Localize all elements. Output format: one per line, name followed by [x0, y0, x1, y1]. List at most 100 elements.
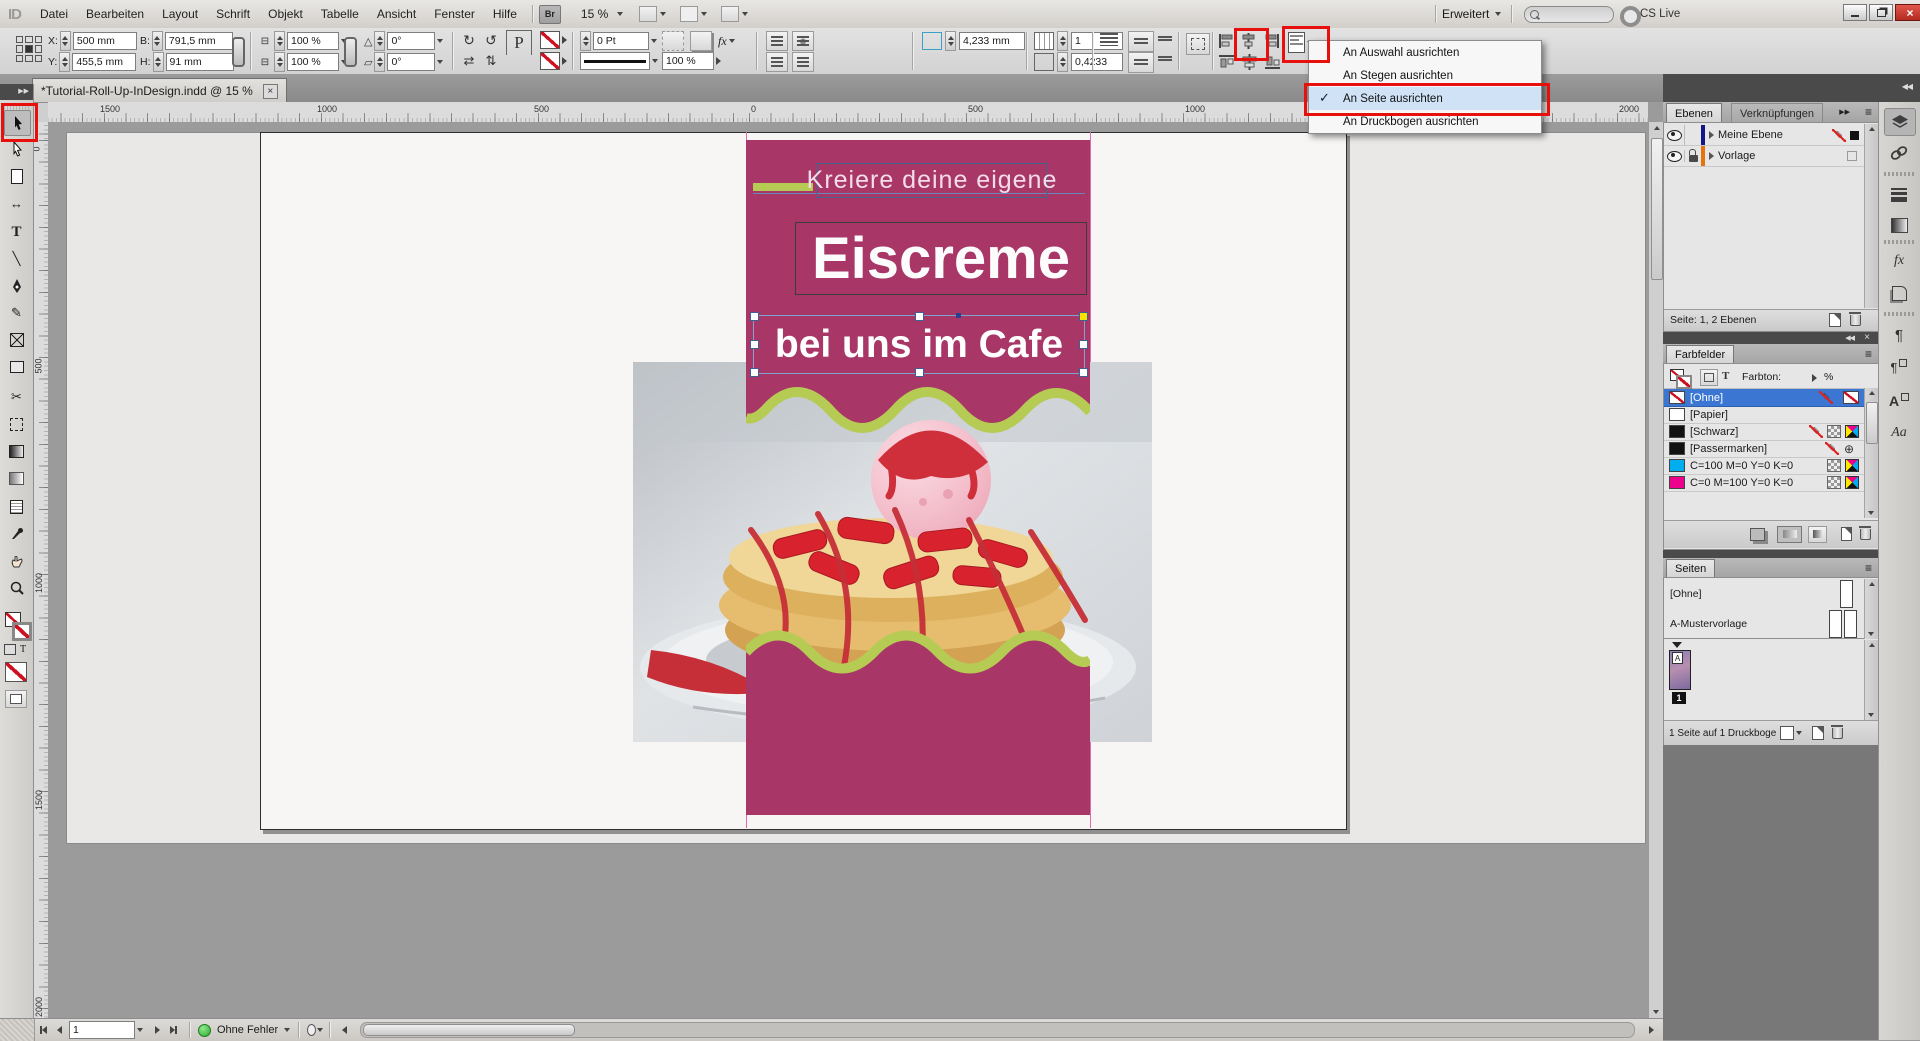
- rotation-stepper[interactable]: [374, 31, 386, 51]
- master-row-ohne[interactable]: [Ohne]: [1664, 580, 1879, 608]
- gradient-panel-icon[interactable]: [1884, 212, 1914, 238]
- menu-item-an-stegen[interactable]: An Stegen ausrichten: [1309, 64, 1541, 87]
- drop-shadow-button[interactable]: [690, 31, 712, 51]
- horizontal-scrollbar[interactable]: [360, 1022, 1635, 1038]
- frame-fitting-icon[interactable]: [1186, 33, 1210, 55]
- scale-y-field[interactable]: 100 %: [287, 53, 339, 71]
- y-field[interactable]: 455,5 mm: [72, 53, 137, 71]
- layer-visibility-icon[interactable]: [1664, 150, 1684, 162]
- menu-hilfe[interactable]: Hilfe: [484, 0, 526, 28]
- zoom-level-dropdown-icon[interactable]: [617, 12, 624, 16]
- vertical-align-top-button[interactable]: [1128, 31, 1154, 52]
- corner-options-icon[interactable]: [662, 31, 684, 51]
- new-layer-icon[interactable]: [1829, 313, 1841, 327]
- rotate-cw-button[interactable]: ↻: [460, 31, 478, 49]
- layer-lock-icon[interactable]: [1684, 149, 1701, 162]
- tools-panel-header[interactable]: ▶▶: [0, 84, 33, 100]
- layer-target-icon[interactable]: [1850, 130, 1859, 140]
- menu-bearbeiten[interactable]: Bearbeiten: [77, 0, 153, 28]
- show-color-swatches-button[interactable]: [1808, 525, 1827, 543]
- layer-name[interactable]: Vorlage: [1718, 150, 1755, 162]
- flip-horizontal-button[interactable]: ⇄: [460, 52, 478, 70]
- window-minimize-button[interactable]: [1843, 4, 1867, 21]
- selection-handle[interactable]: [915, 368, 924, 377]
- type-tool[interactable]: T: [4, 220, 29, 244]
- stroke-swatch[interactable]: [12, 622, 32, 641]
- headline-text-frame[interactable]: Eiscreme: [795, 222, 1087, 295]
- gutter-field[interactable]: 0,4233: [1071, 53, 1123, 71]
- direct-selection-tool[interactable]: [4, 137, 29, 161]
- edit-page-size-icon[interactable]: [1780, 726, 1795, 740]
- show-all-swatches-button[interactable]: [1776, 525, 1803, 543]
- preflight-menu-icon[interactable]: [307, 1022, 324, 1038]
- farbfelder-close-icon[interactable]: ×: [1864, 332, 1870, 343]
- x-field[interactable]: 500 mm: [72, 32, 137, 50]
- reference-point-proxy[interactable]: [16, 36, 42, 62]
- rectangle-tool[interactable]: [4, 355, 29, 379]
- rotation-field[interactable]: 0°: [387, 32, 436, 50]
- zoom-tool[interactable]: [4, 576, 29, 600]
- stroke-weight-dropdown-icon[interactable]: [651, 39, 657, 43]
- selection-handle[interactable]: [1079, 368, 1088, 377]
- container-format-button[interactable]: [1700, 369, 1718, 386]
- document-tab-close-icon[interactable]: ×: [262, 83, 278, 99]
- fill-color-button[interactable]: [540, 52, 560, 70]
- ebenen-scrollbar[interactable]: [1864, 124, 1878, 308]
- cs-live-label[interactable]: CS Live: [1640, 0, 1680, 28]
- panel-expand-icon[interactable]: ▶▶: [1839, 108, 1850, 116]
- select-container-icon[interactable]: P: [506, 30, 532, 55]
- collapse-dock-icon[interactable]: ◀◀: [1902, 82, 1913, 91]
- selection-tool[interactable]: [4, 110, 31, 136]
- gradient-feather-tool[interactable]: [4, 466, 29, 490]
- gutter-stepper[interactable]: [1057, 52, 1068, 72]
- layers-panel-icon[interactable]: [1884, 108, 1916, 136]
- page-thumbnail[interactable]: A: [1669, 650, 1691, 690]
- selection-handle[interactable]: [915, 312, 924, 321]
- preflight-dropdown-icon[interactable]: [284, 1028, 291, 1032]
- layer-target-empty-icon[interactable]: [1847, 151, 1857, 161]
- stroke-color-button[interactable]: [540, 31, 560, 49]
- opacity-field[interactable]: 100 %: [662, 52, 714, 70]
- view-mode-button[interactable]: [5, 690, 27, 708]
- gap-tool[interactable]: ↔: [4, 191, 29, 215]
- vertical-align-bottom-button[interactable]: [1158, 56, 1172, 61]
- delete-swatch-icon[interactable]: [1852, 525, 1879, 540]
- layer-visibility-icon[interactable]: [1664, 129, 1684, 141]
- search-input[interactable]: [1524, 6, 1614, 23]
- delete-layer-icon[interactable]: [1841, 311, 1869, 326]
- selection-handle[interactable]: [1079, 340, 1088, 349]
- vertical-align-center-button[interactable]: [1158, 36, 1172, 41]
- rotation-dropdown-icon[interactable]: [437, 39, 444, 43]
- menu-tabelle[interactable]: Tabelle: [312, 0, 368, 28]
- paragraph-spacing-icon[interactable]: [1100, 33, 1118, 46]
- master-row-a[interactable]: A-Mustervorlage: [1664, 610, 1879, 639]
- subline-text-frame[interactable]: bei uns im Cafe: [753, 315, 1085, 374]
- character-styles-panel-icon[interactable]: A: [1884, 388, 1914, 414]
- layer-expand-icon[interactable]: [1709, 131, 1714, 139]
- distribute-bottom-button[interactable]: [1264, 54, 1281, 70]
- stroke-color-flyout-icon[interactable]: [562, 36, 567, 44]
- wrap-jump-button[interactable]: [766, 52, 788, 72]
- menu-ansicht[interactable]: Ansicht: [368, 0, 425, 28]
- canvas[interactable]: Kreiere deine eigene Eiscreme bei uns im…: [48, 122, 1648, 1018]
- stroke-weight-field[interactable]: 0 Pt: [593, 32, 649, 50]
- scale-y-stepper[interactable]: [274, 52, 285, 72]
- scroll-down-icon[interactable]: [1653, 1010, 1659, 1014]
- width-field[interactable]: 791,5 mm: [164, 32, 233, 50]
- pen-tool[interactable]: [4, 274, 29, 298]
- selection-handle-yellow[interactable]: [1079, 312, 1088, 321]
- arrange-documents-button[interactable]: [721, 6, 749, 22]
- stroke-style-dropdown-icon[interactable]: [652, 59, 658, 63]
- pages-scrollbar[interactable]: [1864, 640, 1878, 720]
- window-restore-button[interactable]: [1869, 4, 1893, 21]
- stroke-weight-stepper[interactable]: [580, 31, 591, 51]
- menu-layout[interactable]: Layout: [153, 0, 207, 28]
- swatch-row-passermarken[interactable]: [Passermarken] ✎ ⊕: [1664, 440, 1879, 458]
- apply-none-button[interactable]: [5, 662, 27, 682]
- inset-stepper[interactable]: [945, 31, 956, 51]
- window-close-button[interactable]: ×: [1895, 4, 1920, 21]
- tab-farbfelder[interactable]: Farbfelder: [1666, 345, 1735, 364]
- tint-flyout-icon[interactable]: [1812, 374, 1817, 382]
- text-format-button[interactable]: T: [1722, 370, 1729, 382]
- align-right-button[interactable]: [1263, 33, 1280, 49]
